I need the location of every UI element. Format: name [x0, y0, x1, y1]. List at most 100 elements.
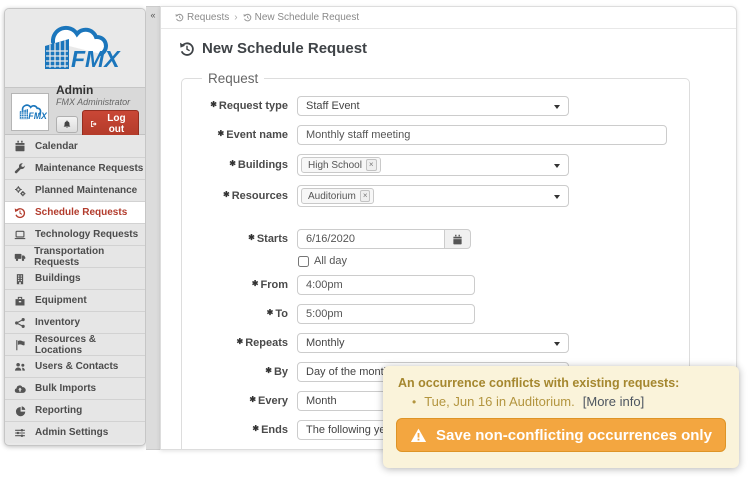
repeats-row: ✱Repeats Monthly	[196, 333, 675, 353]
svg-text:FMX: FMX	[71, 46, 121, 72]
sidebar-menu: Calendar Maintenance Requests Planned Ma…	[5, 135, 145, 443]
remove-tag-button[interactable]: ×	[360, 190, 371, 202]
required-icon: ✱	[218, 129, 225, 138]
save-non-conflicting-button[interactable]: Save non-conflicting occurrences only	[396, 418, 726, 452]
required-icon: ✱	[229, 159, 236, 168]
every-label: Every	[258, 395, 288, 407]
toolbox-icon	[13, 295, 27, 307]
repeats-label: Repeats	[245, 337, 288, 349]
breadcrumb-separator: ›	[234, 12, 237, 23]
conflict-heading: An occurrence conflicts with existing re…	[398, 376, 726, 390]
starts-date-input[interactable]	[297, 229, 445, 249]
user-panel: FMX Admin FMX Administrator Log	[5, 87, 145, 135]
logout-icon	[90, 119, 98, 129]
repeats-select[interactable]: Monthly	[297, 333, 569, 353]
chevron-down-icon	[554, 195, 560, 199]
required-icon: ✱	[210, 100, 217, 109]
flag-icon	[13, 339, 27, 351]
history-icon	[175, 13, 184, 22]
avatar: FMX	[11, 93, 49, 131]
wrench-icon	[13, 163, 27, 175]
required-icon: ✱	[252, 279, 259, 288]
logout-button[interactable]: Log out	[82, 110, 139, 138]
sidebar-item-calendar[interactable]: Calendar	[5, 135, 145, 157]
sidebar-item-bulk-imports[interactable]: Bulk Imports	[5, 377, 145, 399]
from-label: From	[261, 279, 289, 291]
resources-row: ✱Resources Auditorium ×	[196, 185, 675, 207]
sidebar: FMX FMX Admin FMX Administrator	[4, 8, 146, 446]
buildings-select[interactable]: High School ×	[297, 154, 569, 176]
request-type-label: Request type	[219, 100, 288, 112]
share-nodes-icon	[13, 317, 27, 329]
bell-icon	[62, 119, 72, 130]
required-icon: ✱	[267, 308, 274, 317]
sidebar-item-inventory[interactable]: Inventory	[5, 311, 145, 333]
calendar-icon	[452, 234, 463, 245]
bullet-icon: •	[412, 395, 416, 409]
sidebar-item-admin-settings[interactable]: Admin Settings	[5, 421, 145, 443]
event-name-input[interactable]	[297, 125, 667, 145]
ends-label: Ends	[261, 424, 288, 436]
chevron-down-icon	[554, 342, 560, 346]
required-icon: ✱	[252, 424, 259, 433]
sidebar-collapse-handle[interactable]: «	[146, 6, 161, 450]
page-title: New Schedule Request	[179, 40, 718, 57]
to-time-input[interactable]	[297, 304, 475, 324]
buildings-label: Buildings	[238, 159, 288, 171]
users-icon	[13, 361, 27, 373]
history-icon	[179, 41, 195, 57]
remove-tag-button[interactable]: ×	[366, 159, 377, 171]
collapse-icon: «	[150, 10, 155, 20]
required-icon: ✱	[223, 190, 230, 199]
fmx-avatar-icon: FMX	[13, 100, 47, 124]
conflict-popover: An occurrence conflicts with existing re…	[383, 366, 739, 468]
chevron-down-icon	[554, 164, 560, 168]
required-icon: ✱	[265, 366, 272, 375]
sidebar-item-planned-maintenance[interactable]: Planned Maintenance	[5, 179, 145, 201]
resource-tag: Auditorium ×	[301, 188, 374, 204]
cloud-upload-icon	[13, 383, 27, 395]
sidebar-item-users-contacts[interactable]: Users & Contacts	[5, 355, 145, 377]
building-icon	[13, 273, 27, 285]
sidebar-item-technology-requests[interactable]: Technology Requests	[5, 223, 145, 245]
to-row: ✱To	[196, 304, 675, 324]
fmx-logo: FMX	[5, 9, 145, 87]
sidebar-item-buildings[interactable]: Buildings	[5, 267, 145, 289]
date-picker-button[interactable]	[445, 229, 471, 249]
sidebar-item-reporting[interactable]: Reporting	[5, 399, 145, 421]
request-type-row: ✱Request type Staff Event	[196, 96, 675, 116]
user-name: Admin	[56, 84, 139, 96]
pie-chart-icon	[13, 405, 27, 417]
breadcrumb: Requests › New Schedule Request	[161, 7, 736, 29]
resources-select[interactable]: Auditorium ×	[297, 185, 569, 207]
required-icon: ✱	[237, 337, 244, 346]
sidebar-item-maintenance-requests[interactable]: Maintenance Requests	[5, 157, 145, 179]
request-type-select[interactable]: Staff Event	[297, 96, 569, 116]
notifications-button[interactable]	[56, 116, 78, 133]
truck-icon	[13, 251, 26, 263]
conflict-occurrence-item: • Tue, Jun 16 in Auditorium. [More info]	[412, 394, 726, 409]
required-icon: ✱	[248, 233, 255, 242]
breadcrumb-requests[interactable]: Requests	[175, 12, 229, 23]
sidebar-item-equipment[interactable]: Equipment	[5, 289, 145, 311]
svg-text:FMX: FMX	[28, 111, 47, 121]
sidebar-item-transportation-requests[interactable]: Transportation Requests	[5, 245, 145, 267]
more-info-link[interactable]: [More info]	[583, 394, 644, 409]
laptop-icon	[13, 229, 27, 241]
starts-label: Starts	[257, 233, 288, 245]
to-label: To	[275, 308, 288, 320]
calendar-icon	[13, 140, 27, 152]
gears-icon	[13, 185, 27, 197]
buildings-row: ✱Buildings High School ×	[196, 154, 675, 176]
by-label: By	[274, 366, 288, 378]
building-tag: High School ×	[301, 157, 381, 173]
fmx-logo-icon: FMX	[25, 16, 125, 80]
starts-row: ✱Starts	[196, 229, 675, 249]
fieldset-legend: Request	[202, 71, 264, 86]
sidebar-item-schedule-requests[interactable]: Schedule Requests	[5, 201, 145, 223]
from-time-input[interactable]	[297, 275, 475, 295]
all-day-checkbox[interactable]	[298, 256, 309, 267]
sliders-icon	[13, 427, 27, 439]
sidebar-item-resources-locations[interactable]: Resources & Locations	[5, 333, 145, 355]
event-name-label: Event name	[226, 129, 288, 141]
